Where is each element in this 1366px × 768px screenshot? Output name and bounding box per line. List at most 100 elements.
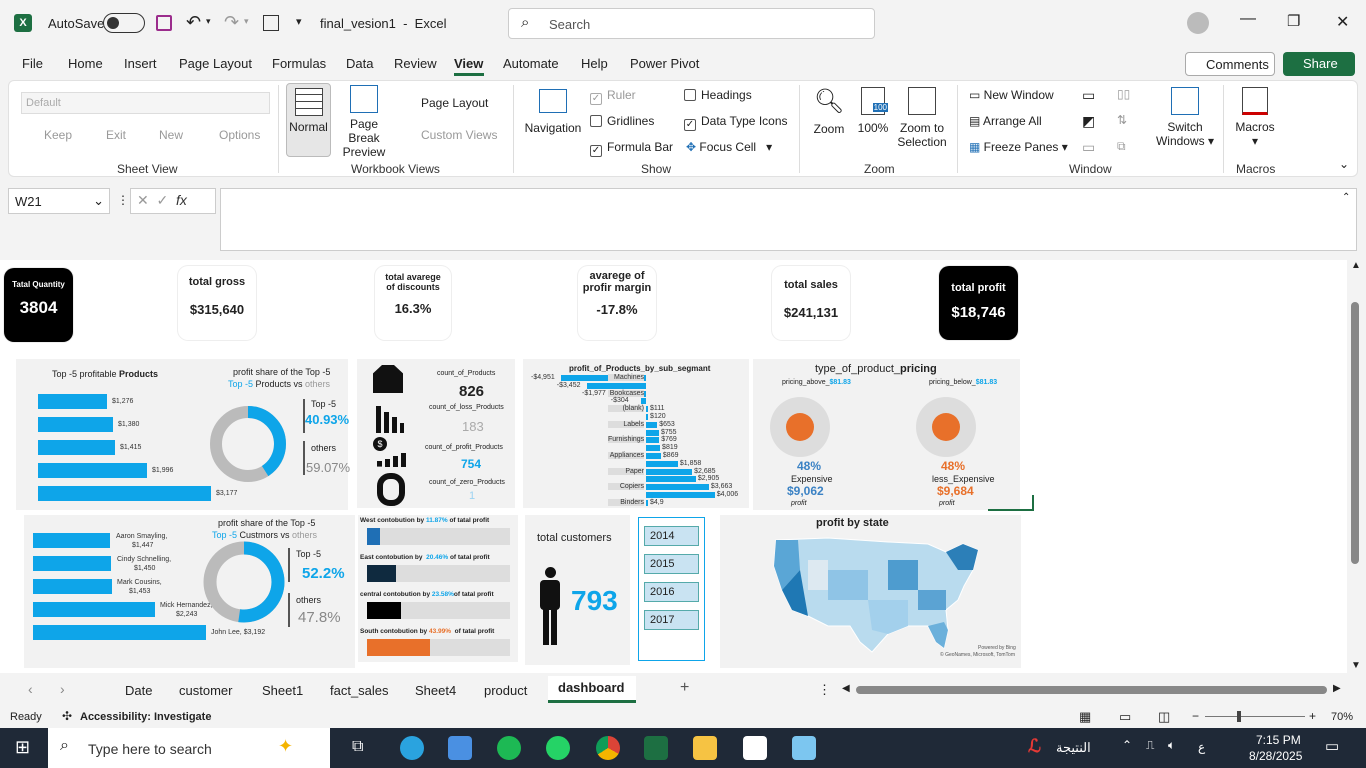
navigation-button[interactable]: Navigation (521, 89, 585, 135)
search-box[interactable]: ⌕ Search (508, 8, 875, 39)
ruler-checkbox[interactable]: ✓ Ruler (590, 88, 636, 105)
zoom-in-icon[interactable]: + (1309, 709, 1316, 723)
freeze-panes-button[interactable]: ▦ Freeze Panes ▾ (969, 140, 1068, 154)
worksheet-area[interactable]: Tatal Quantity 3804 total gross $315,640… (0, 260, 1366, 673)
collapse-formula-icon[interactable]: ⌃ (1342, 192, 1350, 203)
add-sheet-icon[interactable]: + (680, 679, 689, 697)
sheet-view-dropdown[interactable]: Default (21, 92, 270, 114)
collapse-ribbon-icon[interactable]: ⌄ (1339, 157, 1349, 171)
page-break-icon[interactable]: ◫ (1158, 709, 1170, 725)
year-slicer-item[interactable]: 2015 (644, 554, 699, 574)
horizontal-scroll-thumb[interactable] (856, 686, 1327, 694)
volume-icon[interactable]: 🔈︎ (1168, 738, 1175, 753)
page-layout-icon[interactable]: ▭ (1119, 709, 1131, 725)
language-indicator[interactable]: ع (1198, 740, 1205, 754)
taskbar-search[interactable]: ⌕ Type here to search ✦ (48, 728, 330, 768)
sheet-tab-date[interactable]: Date (125, 683, 152, 698)
zoom-button[interactable]: 🔍︎ Zoom (809, 87, 849, 136)
scroll-right-icon[interactable]: ▶ (1333, 683, 1341, 694)
restore-icon[interactable]: ❐ (1287, 12, 1300, 30)
file-explorer-icon[interactable] (693, 736, 717, 760)
split-icon[interactable]: ▭ (1082, 87, 1095, 104)
comments-button[interactable]: Comments (1185, 52, 1275, 76)
save-icon[interactable] (156, 15, 172, 31)
accessibility-icon[interactable]: ✣ (62, 709, 72, 723)
reset-position-icon[interactable]: ⧉ (1117, 139, 1126, 154)
page-layout-button[interactable]: Page Layout (421, 96, 488, 110)
notion-icon[interactable] (743, 736, 767, 760)
windows-start-icon[interactable]: ⊞ (15, 737, 30, 758)
exit-button[interactable]: Exit (106, 128, 126, 142)
tab-review[interactable]: Review (394, 56, 437, 71)
new-button[interactable]: New (159, 128, 183, 142)
year-slicer-item[interactable]: 2014 (644, 526, 699, 546)
undo-icon[interactable]: ↶ (186, 12, 201, 33)
spotify-icon[interactable] (497, 736, 521, 760)
gridlines-checkbox[interactable]: Gridlines (590, 114, 654, 128)
focus-cell-button[interactable]: ✥ Focus Cell ▾ (686, 140, 772, 154)
vertical-scrollbar[interactable]: ▲ ▼ (1347, 260, 1366, 673)
minimize-icon[interactable]: — (1240, 10, 1256, 28)
insert-function-icon[interactable]: fx (176, 192, 187, 208)
data-type-icons-checkbox[interactable]: ✓ Data Type Icons (684, 114, 788, 131)
tray-chevron-icon[interactable]: ⌃ (1122, 738, 1132, 752)
redo-icon[interactable]: ↷ (224, 12, 239, 33)
next-sheet-icon[interactable]: › (60, 681, 65, 697)
zoom-to-selection-button[interactable]: Zoom to Selection (895, 87, 949, 149)
unhide-icon[interactable]: ▭ (1082, 139, 1095, 156)
sheet-tab-product[interactable]: product (484, 683, 527, 698)
clock-time[interactable]: 7:15 PM (1256, 733, 1301, 747)
formula-input[interactable] (220, 188, 1357, 251)
options-button[interactable]: Options (219, 128, 260, 142)
task-view-icon[interactable]: ⧉ (352, 738, 363, 756)
keep-button[interactable]: Keep (44, 128, 72, 142)
excel-taskbar-icon[interactable] (644, 736, 668, 760)
zoom-out-icon[interactable]: − (1192, 709, 1199, 723)
year-slicer-item[interactable]: 2017 (644, 610, 699, 630)
view-side-by-side-icon[interactable]: ▯▯ (1117, 87, 1130, 101)
formula-bar-checkbox[interactable]: ✓ Formula Bar (590, 140, 673, 157)
year-slicer-item[interactable]: 2016 (644, 582, 699, 602)
custom-views-button[interactable]: Custom Views (421, 128, 497, 142)
share-button[interactable]: Share (1283, 52, 1355, 76)
sheet-tab-sheet4[interactable]: Sheet4 (415, 683, 456, 698)
tab-insert[interactable]: Insert (124, 56, 157, 71)
macros-button[interactable]: Macros ▾ (1231, 87, 1279, 148)
sheet-tab-sheet1[interactable]: Sheet1 (262, 683, 303, 698)
redo-dropdown-icon[interactable]: ▾ (244, 16, 249, 27)
normal-view-icon[interactable]: ▦ (1079, 709, 1091, 725)
sheet-tab-fact-sales[interactable]: fact_sales (330, 683, 389, 698)
name-box[interactable]: W21 ⌄ (8, 188, 110, 214)
notifications-icon[interactable]: ▭ (1325, 737, 1339, 755)
clock-date[interactable]: 8/28/2025 (1249, 749, 1302, 763)
store-icon[interactable] (448, 736, 472, 760)
new-window-button[interactable]: ▭ New Window (969, 88, 1054, 102)
tab-power-pivot[interactable]: Power Pivot (630, 56, 699, 71)
tab-formulas[interactable]: Formulas (272, 56, 326, 71)
app-icon[interactable] (792, 736, 816, 760)
normal-view-button[interactable]: Normal (286, 83, 331, 157)
scroll-thumb[interactable] (1351, 302, 1359, 564)
scroll-left-icon[interactable]: ◀ (842, 683, 850, 694)
zoom-level[interactable]: 70% (1331, 711, 1353, 723)
close-icon[interactable]: ✕ (1336, 12, 1349, 32)
scroll-up-icon[interactable]: ▲ (1351, 260, 1361, 271)
headings-checkbox[interactable]: Headings (684, 88, 752, 102)
prev-sheet-icon[interactable]: ‹ (28, 681, 33, 697)
accessibility-status[interactable]: Accessibility: Investigate (80, 711, 211, 723)
tab-page-layout[interactable]: Page Layout (179, 56, 252, 71)
customize-toolbar-icon[interactable]: ▾ (296, 15, 302, 28)
account-avatar-icon[interactable] (1187, 12, 1209, 34)
telegram-icon[interactable] (400, 736, 424, 760)
tab-automate[interactable]: Automate (503, 56, 559, 71)
arrange-all-button[interactable]: ▤ Arrange All (969, 114, 1042, 128)
hide-icon[interactable]: ◩ (1082, 113, 1095, 130)
whatsapp-icon[interactable] (546, 736, 570, 760)
scroll-down-icon[interactable]: ▼ (1351, 660, 1361, 671)
chrome-icon[interactable] (596, 736, 620, 760)
zoom-100-button[interactable]: 100 100% (855, 87, 891, 135)
form-icon[interactable] (263, 15, 279, 31)
zoom-slider[interactable] (1205, 711, 1305, 722)
zoom-slider-thumb[interactable] (1237, 711, 1241, 722)
sync-scroll-icon[interactable]: ⇅ (1117, 113, 1127, 127)
